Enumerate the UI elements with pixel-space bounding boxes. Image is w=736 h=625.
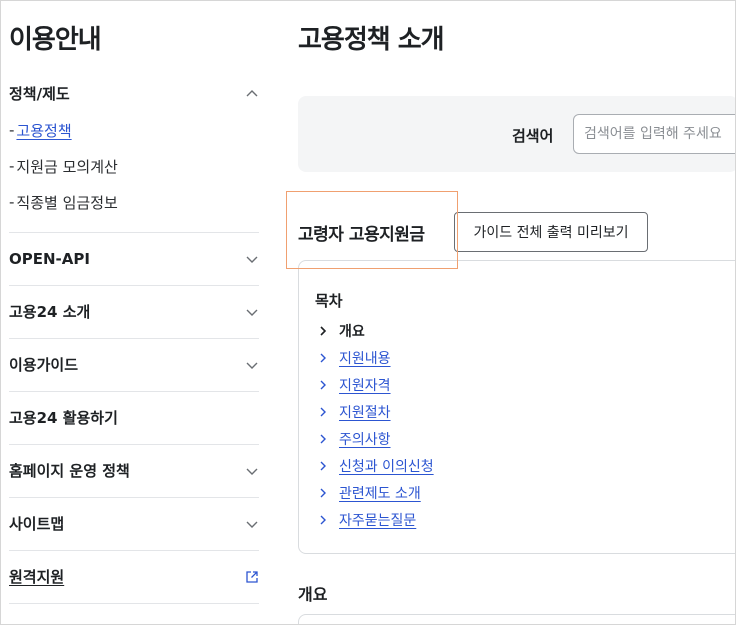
chevron-right-icon: [317, 379, 329, 391]
chevron-right-icon: [317, 433, 329, 445]
chevron-right-icon: [317, 325, 329, 337]
sidebar-group-usage[interactable]: 고용24 활용하기: [9, 391, 259, 444]
search-input[interactable]: [573, 114, 735, 154]
toc-item-faq[interactable]: 자주묻는질문: [317, 506, 434, 533]
sidebar-group-label: 사이트맵: [9, 515, 65, 533]
page-frame: 이용안내 정책/제도 - 고용정책 - 지원금 모의계산 - 직종별 임금정보: [0, 0, 736, 625]
chevron-down-icon: [245, 305, 259, 319]
sidebar-group-label: 고용24 소개: [9, 303, 91, 321]
sidebar-group-guide[interactable]: 이용가이드: [9, 338, 259, 391]
sidebar-group-sitemap[interactable]: 사이트맵: [9, 497, 259, 550]
sidebar-group-remote-support[interactable]: 원격지원: [9, 550, 259, 603]
toc-title: 목차: [315, 292, 343, 310]
chevron-right-icon: [317, 487, 329, 499]
chevron-right-icon: [317, 460, 329, 472]
external-link-icon: [245, 570, 259, 584]
toc-item-cautions[interactable]: 주의사항: [317, 425, 434, 452]
toc-item-eligibility[interactable]: 지원자격: [317, 371, 434, 398]
sidebar-group-policy: 정책/제도 - 고용정책 - 지원금 모의계산 - 직종별 임금정보: [9, 67, 259, 220]
sidebar-group-label: 원격지원: [9, 568, 65, 586]
toc-item-related-systems[interactable]: 관련제도 소개: [317, 479, 434, 506]
toc-item-application[interactable]: 신청과 이의신청: [317, 452, 434, 479]
sidebar-item-subsidy-calculator[interactable]: - 지원금 모의계산: [9, 148, 259, 184]
chevron-right-icon: [317, 514, 329, 526]
chevron-down-icon: [245, 464, 259, 478]
sidebar-group-label: 정책/제도: [9, 85, 70, 103]
chevron-down-icon: [245, 517, 259, 531]
sidebar-group-label: OPEN-API: [9, 249, 90, 268]
divider: [9, 603, 259, 604]
sidebar-group-site-policy[interactable]: 홈페이지 운영 정책: [9, 444, 259, 497]
chevron-down-icon: [245, 252, 259, 266]
toc-item-procedure[interactable]: 지원절차: [317, 398, 434, 425]
toc-item-overview[interactable]: 개요: [317, 317, 434, 344]
table-of-contents: 목차 개요 지원내용 지원자격 지원절차 주의사항 신청과 이의신청 관련제도 …: [298, 260, 735, 554]
sidebar-item-employment-policy[interactable]: - 고용정책: [9, 112, 259, 148]
chevron-down-icon: [245, 358, 259, 372]
search-label: 검색어: [512, 127, 554, 145]
toc-list: 개요 지원내용 지원자격 지원절차 주의사항 신청과 이의신청 관련제도 소개 …: [317, 317, 434, 533]
overview-panel: [298, 614, 735, 624]
sidebar-group-about[interactable]: 고용24 소개: [9, 285, 259, 338]
sidebar-group-label: 이용가이드: [9, 356, 79, 374]
chevron-right-icon: [317, 352, 329, 364]
toc-item-support-content[interactable]: 지원내용: [317, 344, 434, 371]
sidebar-group-open-api[interactable]: OPEN-API: [9, 232, 259, 285]
print-preview-button[interactable]: 가이드 전체 출력 미리보기: [454, 212, 648, 252]
chevron-up-icon: [245, 87, 259, 101]
search-panel: 검색어: [298, 96, 735, 172]
page-title: 고용정책 소개: [298, 25, 445, 55]
sidebar-title: 이용안내: [9, 25, 102, 55]
sidebar-item-wage-info[interactable]: - 직종별 임금정보: [9, 184, 259, 220]
chevron-right-icon: [317, 406, 329, 418]
sidebar-group-label: 고용24 활용하기: [9, 409, 118, 427]
overview-title: 개요: [298, 585, 328, 604]
sidebar-group-label: 홈페이지 운영 정책: [9, 462, 130, 480]
highlight-box: [286, 191, 458, 269]
